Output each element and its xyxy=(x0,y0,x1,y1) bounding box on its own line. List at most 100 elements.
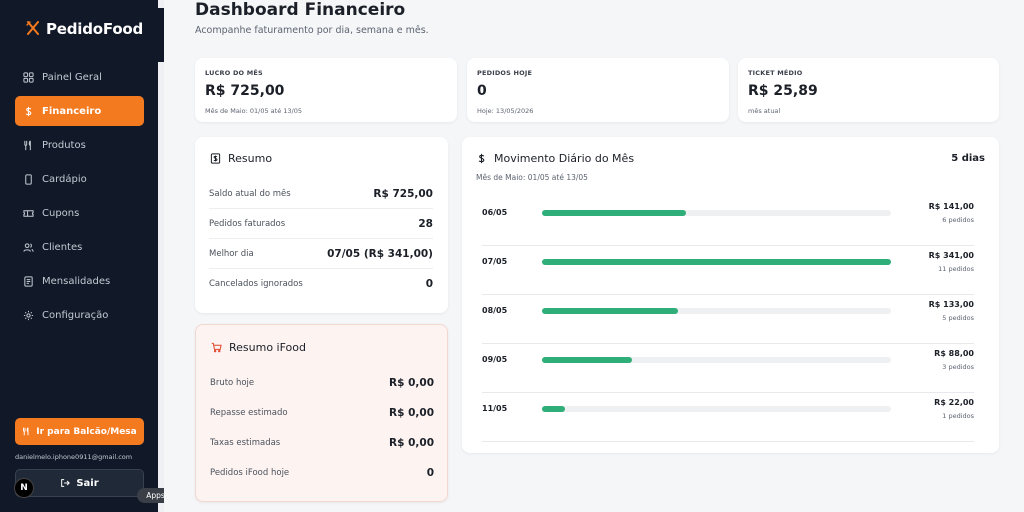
movimento-day-count: 5 dias xyxy=(951,153,985,164)
daily-row-orders: 6 pedidos xyxy=(942,216,974,224)
daily-bar-fill xyxy=(542,259,891,265)
daily-row-orders: 1 pedidos xyxy=(942,412,974,420)
resumo-row: Pedidos faturados 28 xyxy=(209,209,433,239)
grid-icon xyxy=(23,71,34,83)
sidebar-item-label: Financeiro xyxy=(42,105,102,117)
kpi-label: LUCRO DO MÊS xyxy=(205,69,263,77)
users-icon xyxy=(23,242,34,252)
ifood-row-label: Bruto hoje xyxy=(210,378,255,388)
sidebar-item-mensalidades[interactable]: Mensalidades xyxy=(15,266,144,296)
daily-row: 09/05 R$ 88,00 3 pedidos xyxy=(482,345,974,393)
utensils-icon xyxy=(23,427,29,436)
kpi-label: PEDIDOS HOJE xyxy=(477,69,533,77)
ifood-row-value: R$ 0,00 xyxy=(389,377,434,389)
sidebar-item-configuracao[interactable]: Configuração xyxy=(15,300,144,330)
utensils-icon xyxy=(24,139,31,150)
movimento-subtitle: Mês de Maio: 01/05 até 13/05 xyxy=(476,173,588,182)
ifood-row-label: Taxas estimadas xyxy=(210,438,281,448)
daily-bar-fill xyxy=(542,357,632,363)
receipt-icon xyxy=(24,275,33,287)
resumo-card: Resumo Saldo atual do mês R$ 725,00 Pedi… xyxy=(195,137,448,313)
daily-bar-track xyxy=(542,210,891,216)
sidebar-item-label: Clientes xyxy=(42,241,83,253)
sidebar-item-label: Cupons xyxy=(42,207,80,219)
sidebar-item-cardapio[interactable]: Cardápio xyxy=(15,164,144,194)
phone-icon xyxy=(25,173,32,185)
resumo-row-label: Melhor dia xyxy=(209,248,254,259)
counter-table-label: Ir para Balcão/Mesa xyxy=(36,426,137,437)
daily-row-orders: 11 pedidos xyxy=(938,265,974,273)
daily-row-date: 06/05 xyxy=(482,208,508,217)
ifood-row: Repasse estimado R$ 0,00 xyxy=(210,398,434,428)
logout-label: Sair xyxy=(76,477,99,489)
dollar-icon xyxy=(478,153,485,164)
daily-row-amount: R$ 341,00 xyxy=(928,251,974,260)
ifood-row: Pedidos iFood hoje 0 xyxy=(210,458,434,488)
sidebar-item-label: Painel Geral xyxy=(42,71,102,83)
sidebar-nav: Painel Geral Financeiro Produtos Cardápi… xyxy=(15,62,144,334)
daily-row: 11/05 R$ 22,00 1 pedidos xyxy=(482,394,974,442)
daily-bar-track xyxy=(542,308,891,314)
ifood-row-value: 0 xyxy=(426,467,434,479)
kpi-value: R$ 25,89 xyxy=(748,83,818,99)
sidebar-item-label: Mensalidades xyxy=(42,275,111,287)
resumo-row: Melhor dia 07/05 (R$ 341,00) xyxy=(209,239,433,269)
kpi-card-pedidos-hoje: PEDIDOS HOJE 0 Hoje: 13/05/2026 xyxy=(467,58,729,122)
page-title: Dashboard Financeiro xyxy=(195,0,406,20)
resumo-ifood-title-label: Resumo iFood xyxy=(229,341,306,354)
user-email: danielmelo.iphone0911@gmail.com xyxy=(15,453,133,461)
utensils-logo-icon xyxy=(26,21,39,35)
sidebar: PedidoFood Painel Geral Financeiro Produ… xyxy=(0,0,164,512)
movimento-title-label: Movimento Diário do Mês xyxy=(494,152,635,165)
resumo-row-value: 07/05 (R$ 341,00) xyxy=(327,247,433,260)
daily-row-date: 09/05 xyxy=(482,355,508,364)
daily-bar-fill xyxy=(542,406,565,412)
sidebar-item-clientes[interactable]: Clientes xyxy=(15,232,144,262)
sidebar-item-produtos[interactable]: Produtos xyxy=(15,130,144,160)
resumo-row-label: Cancelados ignorados xyxy=(209,279,303,289)
resumo-row-value: 28 xyxy=(418,217,433,230)
resumo-title: Resumo xyxy=(210,152,272,165)
sidebar-item-financeiro[interactable]: Financeiro xyxy=(15,96,144,126)
kpi-sub: Mês de Maio: 01/05 até 13/05 xyxy=(205,107,303,115)
brand-name: PedidoFood xyxy=(46,20,144,38)
kpi-label: TICKET MÉDIO xyxy=(748,69,803,77)
daily-row-date: 07/05 xyxy=(482,257,508,266)
daily-bar-fill xyxy=(542,308,678,314)
ifood-row: Bruto hoje R$ 0,00 xyxy=(210,368,434,398)
brand[interactable]: PedidoFood xyxy=(26,20,143,38)
logout-icon xyxy=(61,479,71,487)
daily-row-amount: R$ 88,00 xyxy=(934,349,974,358)
daily-row-orders: 5 pedidos xyxy=(942,314,974,322)
ifood-row-value: R$ 0,00 xyxy=(389,437,434,449)
kpi-card-ticket-medio: TICKET MÉDIO R$ 25,89 mês atual xyxy=(738,58,999,122)
ticket-icon xyxy=(23,209,34,217)
resumo-row-value: R$ 725,00 xyxy=(373,187,433,200)
logout-button[interactable]: Sair xyxy=(15,469,144,497)
resumo-row-label: Pedidos faturados xyxy=(209,218,286,229)
daily-row-date: 11/05 xyxy=(482,404,508,413)
kpi-sub: mês atual xyxy=(748,107,781,115)
kpi-value: R$ 725,00 xyxy=(205,83,285,99)
daily-bar-fill xyxy=(542,210,686,216)
main-content: Dashboard Financeiro Acompanhe faturamen… xyxy=(164,0,1024,512)
sidebar-item-label: Cardápio xyxy=(42,173,87,185)
daily-row: 07/05 R$ 341,00 11 pedidos xyxy=(482,247,974,295)
sidebar-item-label: Configuração xyxy=(42,309,109,321)
daily-row: 06/05 R$ 141,00 6 pedidos xyxy=(482,198,974,246)
resumo-row-value: 0 xyxy=(425,278,433,290)
counter-table-button[interactable]: Ir para Balcão/Mesa xyxy=(15,418,144,445)
resumo-title-label: Resumo xyxy=(228,152,273,165)
ifood-row: Taxas estimadas R$ 0,00 xyxy=(210,428,434,458)
kpi-card-lucro: LUCRO DO MÊS R$ 725,00 Mês de Maio: 01/0… xyxy=(195,58,457,122)
resumo-ifood-title: Resumo iFood xyxy=(211,341,306,354)
daily-bar-track xyxy=(542,357,891,363)
dev-tools-badge[interactable]: N xyxy=(14,478,34,498)
daily-row-amount: R$ 22,00 xyxy=(934,398,974,407)
sidebar-item-painel-geral[interactable]: Painel Geral xyxy=(15,62,144,92)
dollar-icon xyxy=(25,106,32,116)
ifood-row-label: Repasse estimado xyxy=(210,408,288,418)
sidebar-item-cupons[interactable]: Cupons xyxy=(15,198,144,228)
daily-row-amount: R$ 141,00 xyxy=(928,202,974,211)
daily-row-date: 08/05 xyxy=(482,306,508,315)
